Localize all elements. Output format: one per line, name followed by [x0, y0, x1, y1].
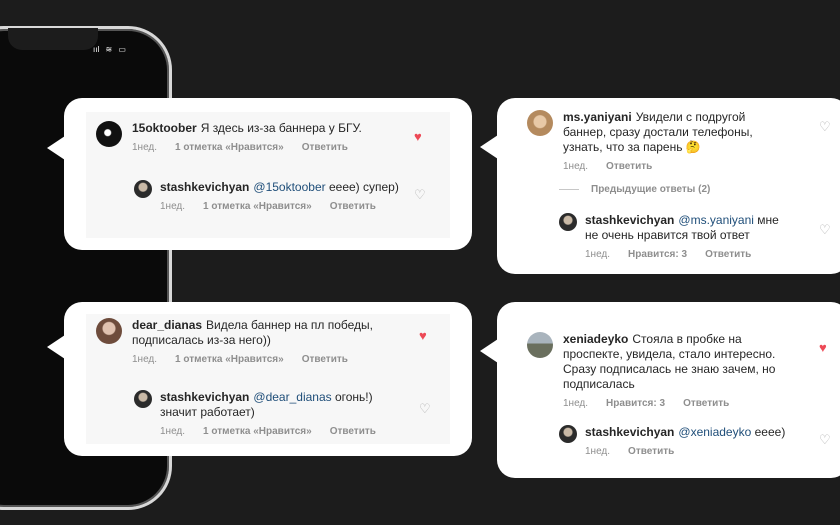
- reply-button[interactable]: Ответить: [302, 354, 348, 365]
- comment: xeniadeyko Стояла в пробке на проспекте, …: [527, 332, 792, 409]
- reply-time: 1нед.: [585, 249, 611, 260]
- mention-link[interactable]: @xeniadeyko: [678, 425, 751, 439]
- reply-likes[interactable]: Нравится: 3: [628, 249, 687, 260]
- comment: dear_dianas Видела баннер на пл победы, п…: [96, 318, 406, 365]
- mention-link[interactable]: @ms.yaniyani: [678, 213, 754, 227]
- heart-outline-icon[interactable]: ♡: [419, 402, 431, 415]
- phone-notch: [8, 28, 98, 50]
- comment-time: 1нед.: [132, 142, 158, 153]
- mention-link[interactable]: @15oktoober: [253, 180, 325, 194]
- reply-button[interactable]: Ответить: [705, 249, 751, 260]
- reply-text: eeee): [754, 425, 786, 439]
- reply-username[interactable]: stashkevichyan: [585, 213, 674, 227]
- avatar[interactable]: [559, 425, 577, 443]
- heart-filled-icon[interactable]: ♥: [419, 329, 427, 342]
- reply-button[interactable]: Ответить: [683, 398, 729, 409]
- reply-comment: stashkevichyan @ms.yaniyani мне не очень …: [559, 213, 794, 260]
- comment-username[interactable]: dear_dianas: [132, 318, 202, 332]
- reply-button[interactable]: Ответить: [330, 426, 376, 437]
- reply-time: 1нед.: [160, 201, 186, 212]
- reply-username[interactable]: stashkevichyan: [160, 180, 249, 194]
- comment-username[interactable]: 15oktoober: [132, 121, 197, 135]
- phone-status-bar: ııl ≋ ▭: [93, 45, 130, 54]
- comment-time: 1нед.: [563, 398, 589, 409]
- divider: [559, 189, 579, 190]
- reply-button[interactable]: Ответить: [330, 201, 376, 212]
- wifi-icon: ≋: [105, 45, 113, 54]
- reply-username[interactable]: stashkevichyan: [160, 390, 249, 404]
- comment-username[interactable]: xeniadeyko: [563, 332, 628, 346]
- reply-button[interactable]: Ответить: [606, 161, 652, 172]
- comment: 15oktoober Я здесь из-за баннера у БГУ. 1…: [96, 121, 426, 153]
- avatar[interactable]: [134, 390, 152, 408]
- heart-filled-icon[interactable]: ♥: [819, 341, 827, 354]
- signal-icon: ııl: [93, 45, 100, 54]
- heart-outline-icon[interactable]: ♡: [414, 188, 426, 201]
- comment-time: 1нед.: [132, 354, 158, 365]
- heart-outline-icon[interactable]: ♡: [819, 120, 831, 133]
- reply-likes[interactable]: 1 отметка «Нравится»: [203, 201, 312, 212]
- reply-username[interactable]: stashkevichyan: [585, 425, 674, 439]
- reply-time: 1нед.: [160, 426, 186, 437]
- reply-button[interactable]: Ответить: [628, 446, 674, 457]
- reply-time: 1нед.: [585, 446, 611, 457]
- previous-replies-label[interactable]: Предыдущие ответы (2): [591, 184, 710, 195]
- reply-comment: stashkevichyan @dear_dianas огонь!) значи…: [134, 390, 404, 437]
- mention-link[interactable]: @dear_dianas: [253, 390, 331, 404]
- comment-likes[interactable]: 1 отметка «Нравится»: [175, 354, 284, 365]
- comment-card-2: ms.yaniyani Увидели с подругой баннер, ср…: [480, 98, 840, 274]
- card-pointer: [47, 136, 65, 160]
- comment-likes[interactable]: Нравится: 3: [606, 398, 665, 409]
- avatar[interactable]: [527, 332, 553, 358]
- reply-comment: stashkevichyan @xeniadeyko eeee) 1нед. Отв…: [559, 425, 794, 457]
- reply-text: eeee) супер): [328, 180, 399, 194]
- comment: ms.yaniyani Увидели с подругой баннер, ср…: [527, 110, 787, 172]
- comment-text: Я здесь из-за баннера у БГУ.: [200, 121, 362, 135]
- heart-outline-icon[interactable]: ♡: [819, 223, 831, 236]
- avatar[interactable]: [527, 110, 553, 136]
- comment-card-1: 15oktoober Я здесь из-за баннера у БГУ. 1…: [47, 98, 472, 250]
- heart-outline-icon[interactable]: ♡: [819, 433, 831, 446]
- reply-button[interactable]: Ответить: [302, 142, 348, 153]
- avatar[interactable]: [96, 121, 122, 147]
- avatar[interactable]: [559, 213, 577, 231]
- card-pointer: [480, 339, 498, 363]
- comment-card-4: xeniadeyko Стояла в пробке на проспекте, …: [480, 302, 840, 478]
- reply-likes[interactable]: 1 отметка «Нравится»: [203, 426, 312, 437]
- battery-icon: ▭: [118, 45, 126, 54]
- comment-username[interactable]: ms.yaniyani: [563, 110, 632, 124]
- avatar[interactable]: [134, 180, 152, 198]
- previous-replies-toggle[interactable]: Предыдущие ответы (2): [559, 184, 710, 195]
- card-pointer: [480, 135, 498, 159]
- avatar[interactable]: [96, 318, 122, 344]
- comment-time: 1нед.: [563, 161, 589, 172]
- card-pointer: [47, 335, 65, 359]
- comment-card-3: dear_dianas Видела баннер на пл победы, п…: [47, 302, 472, 456]
- reply-comment: stashkevichyan @15oktoober eeee) супер) 1…: [134, 180, 404, 212]
- comment-likes[interactable]: 1 отметка «Нравится»: [175, 142, 284, 153]
- heart-filled-icon[interactable]: ♥: [414, 130, 422, 143]
